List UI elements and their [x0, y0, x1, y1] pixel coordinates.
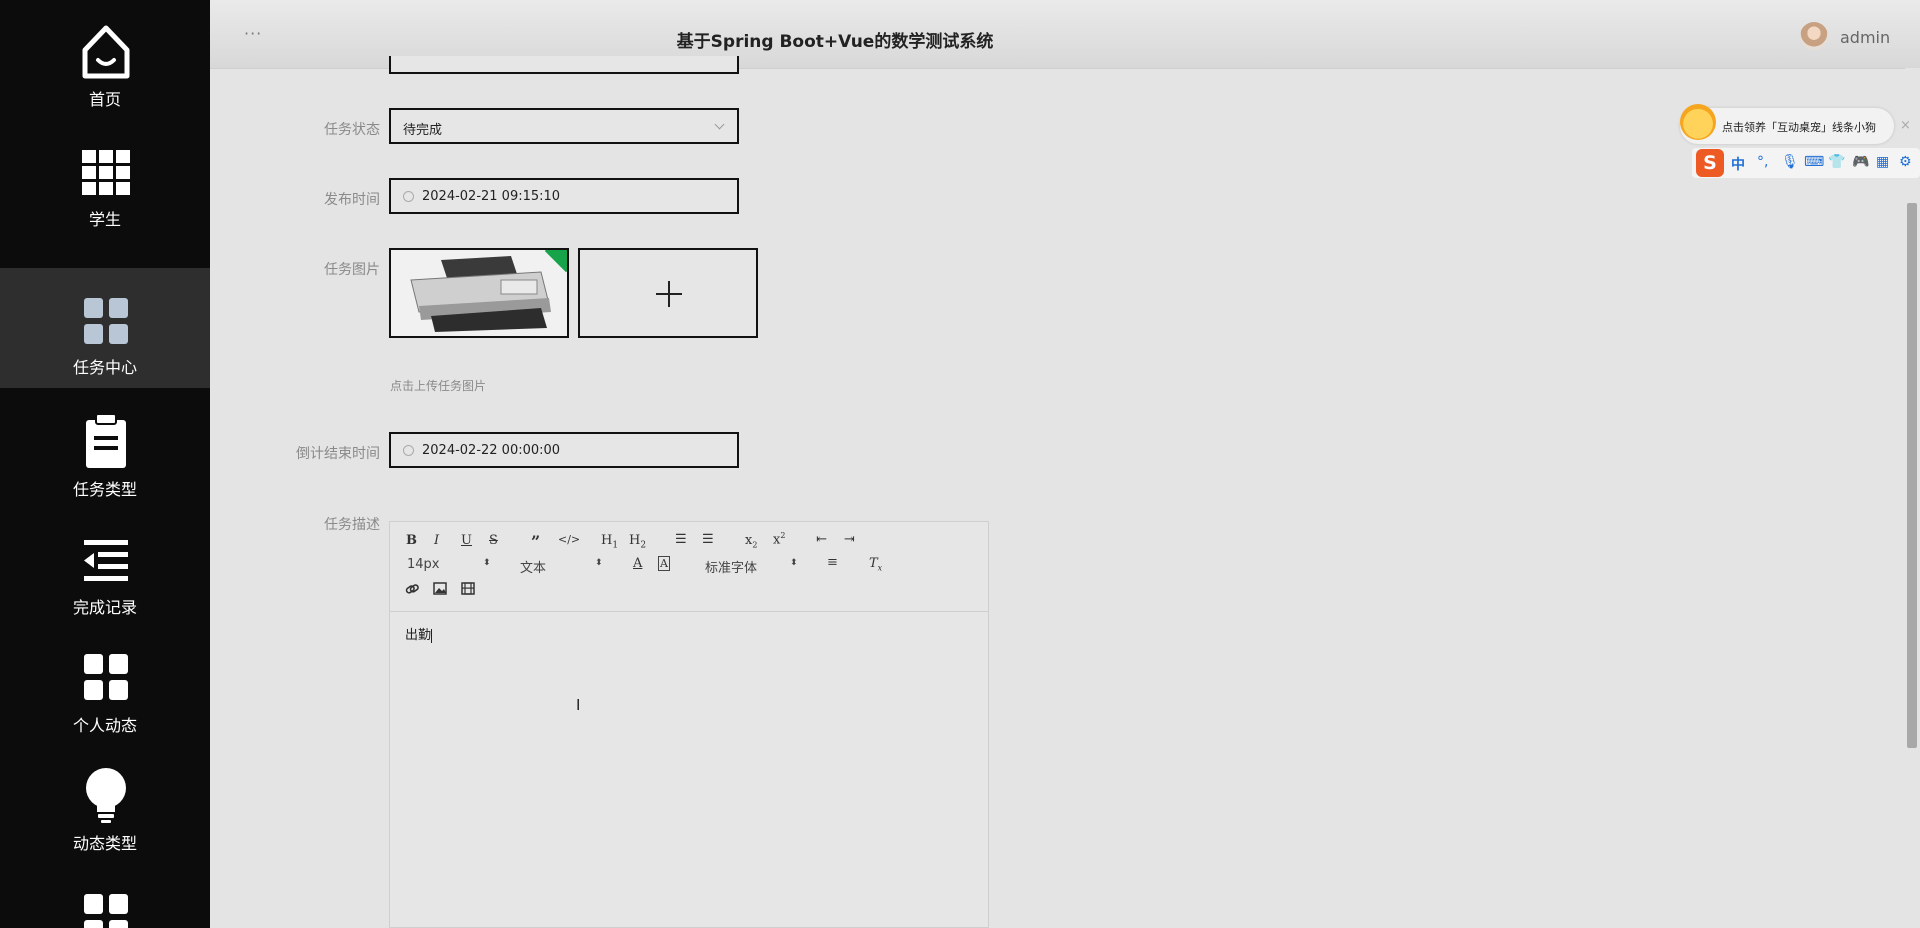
sogou-logo-icon[interactable]: S: [1696, 149, 1724, 177]
blockquote-icon[interactable]: ”: [531, 532, 540, 551]
publish-time-label: 发布时间: [324, 192, 380, 208]
text-cursor-icon: I: [576, 696, 581, 714]
sidebar: 首页 学生 任务中心 任务类型 完成记录 个人动态 动态类型: [0, 0, 210, 928]
superscript-icon[interactable]: x2: [773, 531, 785, 547]
keyboard-icon[interactable]: ⌨: [1804, 154, 1824, 170]
sidebar-item-task-types[interactable]: 任务类型: [0, 390, 210, 508]
home-icon: [82, 25, 130, 79]
updown-icon: ⬍: [595, 558, 603, 568]
updown-icon: ⬍: [790, 558, 798, 568]
editor-toolbar: B I U S ” </> H1 H2 ☰ ☰ x2 x2 ⇤ ⇥ 14px ⬍…: [390, 522, 988, 612]
deadline-value: 2024-02-22 00:00:00: [422, 443, 561, 458]
page-title: 基于Spring Boot+Vue的数学测试系统: [676, 32, 994, 52]
ordered-list-icon[interactable]: ☰: [675, 532, 687, 547]
sidebar-item-label: 学生: [88, 210, 121, 229]
settings-icon[interactable]: ⚙: [1899, 154, 1912, 170]
task-image-thumbnail[interactable]: [389, 248, 569, 338]
font-color-icon[interactable]: A: [633, 556, 642, 571]
sidebar-item-task-center[interactable]: 任务中心: [0, 268, 210, 388]
sidebar-item-label: 个人动态: [72, 716, 137, 735]
bullet-list-icon[interactable]: ☰: [702, 532, 714, 547]
code-block-icon[interactable]: </>: [558, 533, 580, 546]
username[interactable]: admin: [1840, 28, 1890, 47]
tiles-icon: [84, 298, 128, 344]
skin-icon[interactable]: 👕: [1828, 154, 1845, 170]
tiles-icon: [84, 654, 128, 700]
updown-icon: ⬍: [483, 558, 491, 568]
task-image-label: 任务图片: [324, 262, 380, 278]
microphone-icon[interactable]: 🎙: [1781, 154, 1799, 170]
link-icon[interactable]: [405, 582, 419, 596]
sidebar-item-label: 动态类型: [72, 834, 137, 853]
sidebar-item-label: 任务类型: [72, 480, 137, 499]
list-back-icon: [84, 540, 128, 581]
sidebar-item-completion-records[interactable]: 完成记录: [0, 508, 210, 626]
publish-time-value: 2024-02-21 09:15:10: [422, 189, 561, 204]
grid-icon: [82, 150, 130, 195]
sidebar-item-more[interactable]: [0, 862, 210, 928]
avatar[interactable]: [1800, 22, 1828, 50]
clear-format-icon[interactable]: Tx: [869, 556, 882, 573]
sidebar-item-label: 任务中心: [72, 358, 137, 377]
underline-icon[interactable]: U: [461, 533, 472, 548]
ime-punctuation-toggle[interactable]: °,: [1757, 154, 1768, 170]
task-status-label: 任务状态: [324, 122, 380, 138]
sidebar-item-home[interactable]: 首页: [0, 0, 210, 118]
gamepad-icon[interactable]: 🎮: [1852, 154, 1869, 170]
rich-text-editor[interactable]: B I U S ” </> H1 H2 ☰ ☰ x2 x2 ⇤ ⇥ 14px ⬍…: [389, 521, 989, 928]
deadline-label: 倒计结束时间: [296, 446, 380, 462]
editor-text: 出勤: [405, 628, 432, 643]
ime-language-toggle[interactable]: 中: [1731, 154, 1745, 174]
subscript-icon[interactable]: x2: [745, 533, 757, 550]
ime-promo-text[interactable]: 点击领养「互动桌宠」线条小狗: [1722, 119, 1876, 135]
editor-content[interactable]: 出勤: [405, 624, 433, 643]
background-color-icon[interactable]: A: [658, 556, 670, 571]
align-icon[interactable]: ≡: [827, 555, 838, 570]
close-icon[interactable]: ×: [1900, 118, 1911, 133]
outdent-icon[interactable]: ⇤: [816, 532, 827, 547]
clock-icon: [403, 445, 414, 456]
publish-time-picker[interactable]: 2024-02-21 09:15:10: [389, 178, 739, 214]
font-size-select[interactable]: 14px: [407, 557, 440, 572]
task-status-value: 待完成: [403, 123, 443, 138]
header1-icon[interactable]: H1: [601, 533, 618, 551]
indent-icon[interactable]: ⇥: [844, 532, 855, 547]
strikethrough-icon[interactable]: S: [489, 533, 498, 548]
chevron-down-icon: [714, 119, 725, 130]
block-format-select[interactable]: 文本: [520, 557, 546, 576]
lightbulb-icon: [86, 768, 126, 823]
scrollbar-thumb[interactable]: [1907, 203, 1917, 748]
task-status-select[interactable]: 待完成: [389, 108, 739, 144]
clipboard-icon: [86, 413, 126, 468]
sidebar-item-label: 首页: [88, 90, 121, 109]
clock-icon: [403, 191, 414, 202]
page-scrollbar[interactable]: [1905, 68, 1920, 928]
cut-off-field[interactable]: [389, 56, 739, 74]
task-description-label: 任务描述: [324, 517, 380, 533]
deadline-picker[interactable]: 2024-02-22 00:00:00: [389, 432, 739, 468]
upload-image-button[interactable]: [578, 248, 758, 338]
italic-icon[interactable]: I: [434, 533, 439, 548]
sidebar-item-personal-feed[interactable]: 个人动态: [0, 626, 210, 744]
sidebar-item-feed-types[interactable]: 动态类型: [0, 744, 210, 862]
font-family-select[interactable]: 标准字体: [705, 557, 757, 576]
tiles-icon: [84, 894, 128, 928]
header2-icon[interactable]: H2: [629, 533, 646, 551]
sidebar-item-label: 完成记录: [72, 598, 137, 617]
text-caret: [431, 628, 433, 643]
sun-mascot-icon[interactable]: [1680, 104, 1716, 140]
apps-grid-icon[interactable]: ▦: [1876, 154, 1889, 170]
image-icon[interactable]: [433, 582, 447, 595]
video-icon[interactable]: [461, 582, 475, 595]
sidebar-item-students[interactable]: 学生: [0, 120, 210, 238]
plus-icon: [656, 281, 682, 307]
printer-image: [391, 250, 567, 336]
upload-tip: 点击上传任务图片: [390, 379, 487, 393]
bold-icon[interactable]: B: [406, 533, 417, 548]
